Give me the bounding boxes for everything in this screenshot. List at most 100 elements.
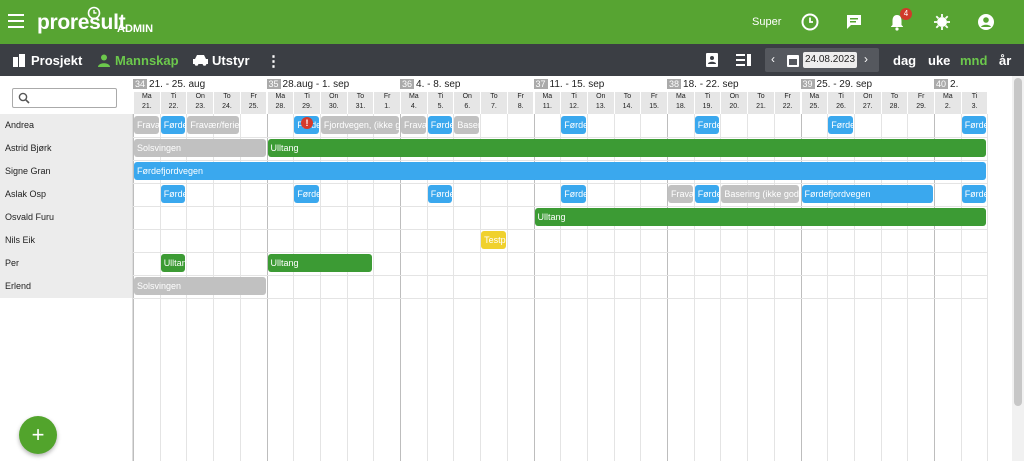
grid-row-line <box>133 298 988 299</box>
day-date: 8. <box>517 103 524 110</box>
assignment-bar[interactable]: Ulltang <box>534 208 987 226</box>
filter-list-icon[interactable] <box>736 53 752 67</box>
contacts-icon[interactable] <box>704 52 720 68</box>
day-header: Ma 21. <box>133 92 160 114</box>
day-name: On <box>729 93 739 100</box>
assignment-bar[interactable]: Fravær/ferie <box>401 116 426 134</box>
assignment-bar[interactable]: Førdefjordvegen <box>961 185 987 203</box>
user-name[interactable]: Super <box>752 16 781 28</box>
tab-prosjekt[interactable]: Prosjekt <box>31 53 82 68</box>
day-date: 7. <box>491 103 497 110</box>
calendar-icon[interactable] <box>787 53 799 67</box>
person-name[interactable]: Signe Gran <box>0 160 133 183</box>
assignment-bar[interactable]: Førdefjordvegen <box>427 185 453 203</box>
view-ar[interactable]: år <box>999 53 1011 68</box>
car-icon <box>193 55 208 66</box>
assignment-bar[interactable]: Fravær/ferie <box>668 185 693 203</box>
person-name[interactable]: Erlend <box>0 275 133 298</box>
assignment-bar[interactable]: Solsvingen <box>134 139 266 157</box>
assignment-bar[interactable]: Ulltang <box>267 139 987 157</box>
day-date: 20. <box>729 103 740 110</box>
day-header: Fr 22. <box>773 92 801 114</box>
person-name[interactable]: Per <box>0 252 133 275</box>
assignment-bar[interactable]: Testprosjekt <box>481 231 506 249</box>
person-name[interactable]: Astrid Bjørk <box>0 137 133 160</box>
assignment-bar[interactable]: Førdefjordvegen <box>694 116 720 134</box>
week-number: 39 <box>800 79 815 89</box>
assignment-bar[interactable]: Basering (ikke godkjent) <box>721 185 800 203</box>
day-name: Ti <box>971 93 978 100</box>
chat-icon[interactable] <box>845 13 863 31</box>
search-icon <box>18 92 30 104</box>
day-date: 25. <box>248 103 259 110</box>
assignment-bar[interactable]: Ulltang <box>160 254 186 272</box>
assignment-bar[interactable]: Førdefjordvegen <box>427 116 453 134</box>
next-period-button[interactable]: › <box>864 52 868 66</box>
day-name: On <box>462 93 472 100</box>
tab-utstyr[interactable]: Utstyr <box>212 53 250 68</box>
week-number: 34 <box>133 79 148 89</box>
more-menu-button[interactable]: ⋮ <box>266 52 281 70</box>
person-name[interactable]: Andrea <box>0 114 133 137</box>
day-header: Ma 11. <box>533 92 561 114</box>
week-range: 2. <box>950 79 959 90</box>
day-header: On 20. <box>720 92 748 114</box>
assignment-bar[interactable]: Fravær/ferie <box>134 116 159 134</box>
week-number: 40 <box>934 79 949 89</box>
vertical-scrollbar[interactable] <box>1012 76 1024 461</box>
week-number: 36 <box>400 79 415 89</box>
day-date: 15. <box>649 103 659 110</box>
day-date: 26. <box>836 103 846 110</box>
grid-row-line <box>133 206 988 207</box>
day-header: On 6. <box>453 92 481 114</box>
view-mnd[interactable]: mnd <box>960 53 987 68</box>
assignment-bar[interactable]: Førdefjordvegen <box>694 185 720 203</box>
day-header: Ti 26. <box>827 92 854 114</box>
assignment-bar[interactable]: Fjordvegen, (ikke godkjent) <box>320 116 399 134</box>
view-uke[interactable]: uke <box>928 53 950 68</box>
assignment-bar[interactable]: Basering <box>454 116 480 134</box>
day-header: Fr 15. <box>640 92 667 114</box>
assignment-bar[interactable]: Førdefjordvegen <box>561 116 586 134</box>
assignment-bar[interactable]: Ulltang <box>267 254 373 272</box>
assignment-bar[interactable]: Førdefjordvegen <box>828 116 853 134</box>
view-dag[interactable]: dag <box>893 53 916 68</box>
clock-icon[interactable] <box>801 13 819 31</box>
day-header: On 23. <box>186 92 214 114</box>
day-date: 13. <box>595 103 606 110</box>
assignment-bar[interactable]: Førdefjordvegen <box>134 162 987 180</box>
day-header: To 24. <box>213 92 240 114</box>
day-name: On <box>195 93 205 100</box>
week-number: 37 <box>533 79 548 89</box>
assignment-bar[interactable]: Førdefjordvegen <box>801 185 933 203</box>
assignment-bar[interactable]: Førdefjordvegen <box>294 185 319 203</box>
day-header: To 21. <box>747 92 774 114</box>
week-range: 4. - 8. sep <box>416 79 461 90</box>
person-name[interactable]: Nils Eik <box>0 229 133 252</box>
assignment-bar[interactable]: Førdefjordvegen <box>961 116 987 134</box>
day-name: To <box>490 93 498 100</box>
assignment-bar[interactable]: Førdefjordvegen <box>561 185 586 203</box>
assignment-bar[interactable]: Solsvingen <box>134 277 266 295</box>
hamburger-menu-icon[interactable] <box>8 14 24 28</box>
assignment-bar[interactable]: Fravær/ferie <box>187 116 239 134</box>
warning-badge: ! <box>301 117 313 129</box>
add-button[interactable]: + <box>19 416 57 454</box>
week-number: 35 <box>266 79 281 89</box>
assignment-bar[interactable]: Førdefjordvegen <box>160 116 186 134</box>
account-icon[interactable] <box>977 13 995 31</box>
day-header: Ti 5. <box>426 92 454 114</box>
day-date: 14. <box>622 103 633 110</box>
tab-mannskap[interactable]: Mannskap <box>115 53 179 68</box>
person-name[interactable]: Osvald Furu <box>0 206 133 229</box>
day-date: 28. <box>275 103 286 110</box>
day-name: Fr <box>383 93 391 100</box>
date-field[interactable]: 24.08.2023 <box>803 52 857 68</box>
day-name: Ma <box>542 93 553 100</box>
virus-icon[interactable] <box>933 13 951 31</box>
search-input[interactable] <box>12 88 117 108</box>
person-name[interactable]: Aslak Osp <box>0 183 133 206</box>
prev-period-button[interactable]: ‹ <box>771 52 775 66</box>
assignment-bar[interactable]: Førdefjordvegen <box>160 185 186 203</box>
day-date: 5. <box>437 103 444 110</box>
